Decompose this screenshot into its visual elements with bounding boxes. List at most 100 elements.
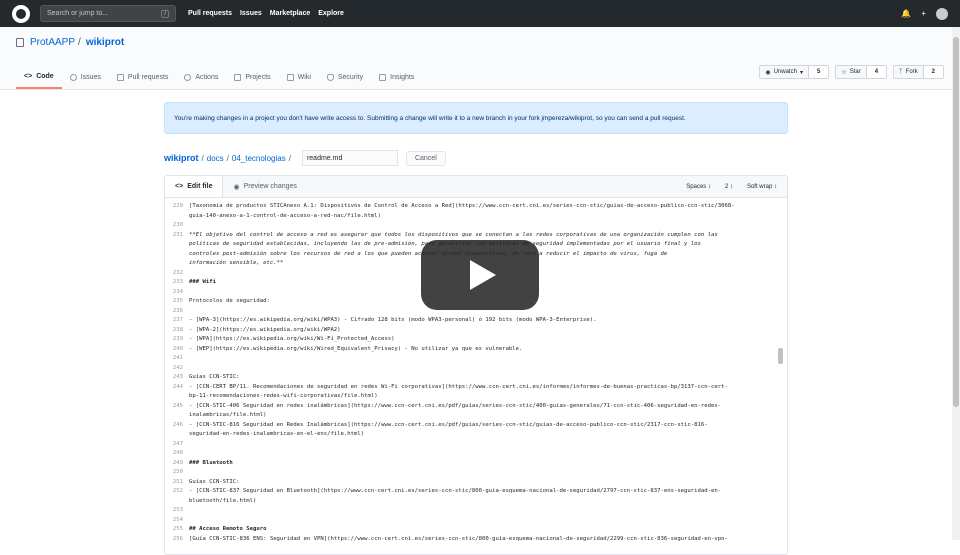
line-number: 239 <box>172 336 183 342</box>
code-line[interactable]: 230 <box>165 221 787 231</box>
line-text: - [WEP](https://es.wikipedia.org/wiki/Wi… <box>189 345 523 352</box>
tab-issues[interactable]: Issues <box>62 73 109 89</box>
editor-scrollbar[interactable] <box>778 206 783 551</box>
code-line[interactable]: 242 <box>165 364 787 374</box>
line-number: 229 <box>172 203 183 209</box>
code-line[interactable]: 245 - [CCN-STIC-406 Seguridad en redes in… <box>165 402 787 412</box>
code-line[interactable]: 252 - [CCN-STIC-837 Seguridad en Bluetoot… <box>165 487 787 497</box>
line-text: inalambricas/file.html) <box>189 412 267 418</box>
line-number <box>165 250 189 260</box>
code-line[interactable]: 254 <box>165 516 787 526</box>
editor-toolbar: <> Edit file ◉ Preview changes Spaces ↕ 2 … <box>165 176 787 198</box>
nav-issues[interactable]: Issues <box>240 10 262 17</box>
code-line[interactable]: 237 - [WPA-3](https://es.wikipedia.org/wi… <box>165 316 787 326</box>
code-line[interactable]: 246 - [CCN-STIC-816 Seguridad en Redes In… <box>165 421 787 431</box>
line-text: bluetooth/file.html) <box>189 497 257 504</box>
tab-wiki[interactable]: Wiki <box>279 73 319 89</box>
nav-marketplace[interactable]: Marketplace <box>270 10 310 17</box>
code-line[interactable]: 253 <box>165 506 787 516</box>
video-play-button[interactable] <box>421 240 539 310</box>
tab-code[interactable]: <> Code <box>16 73 62 89</box>
tab-label: Actions <box>195 74 219 81</box>
breadcrumb-docs[interactable]: docs <box>207 154 224 163</box>
tab-pull-requests[interactable]: Pull requests <box>109 73 176 89</box>
repo-actions: ◉ Unwatch ▾ 5 ☆ Star 4 ᛉ Fork 2 <box>759 65 944 79</box>
line-number: 244 <box>172 383 183 390</box>
line-number: 248 <box>172 450 183 456</box>
search-input[interactable]: Search or jump to... / <box>40 5 176 22</box>
fork-button[interactable]: ᛉ Fork 2 <box>893 65 944 79</box>
tab-label: Wiki <box>297 74 311 81</box>
code-line[interactable]: 247 <box>165 440 787 450</box>
stars-count[interactable]: 4 <box>866 66 887 78</box>
code-line[interactable]: 250 <box>165 468 787 478</box>
tab-security[interactable]: Security <box>319 73 371 89</box>
code-line[interactable]: 239 - [WPA](https://es.wikipedia.org/wiki… <box>165 335 787 345</box>
code-line[interactable]: 249 ### Bluetooth <box>165 459 787 469</box>
line-number: 251 <box>172 478 183 485</box>
page-scrollbar[interactable] <box>952 27 960 540</box>
tab-preview-changes[interactable]: ◉ Preview changes <box>223 176 306 197</box>
bell-icon[interactable]: 🔔 <box>901 9 911 18</box>
tab-edit-file[interactable]: <> Edit file <box>165 176 224 197</box>
tab-projects[interactable]: Projects <box>226 73 278 89</box>
code-line[interactable]: 231 **El objetivo del control de acceso a… <box>165 231 787 241</box>
watchers-count[interactable]: 5 <box>808 66 829 78</box>
repo-icon <box>16 38 24 47</box>
code-line[interactable]: 241 <box>165 354 787 364</box>
plus-icon[interactable]: + <box>921 9 926 18</box>
code-line[interactable]: 229 [Taxonomía de productos STICAnexo A.1… <box>165 202 787 212</box>
line-number: 253 <box>172 507 183 513</box>
line-number <box>165 430 189 440</box>
nav-explore[interactable]: Explore <box>318 10 344 17</box>
header-right: 🔔 + <box>901 7 948 20</box>
code-line[interactable]: inalambricas/file.html) <box>165 411 787 421</box>
code-line[interactable]: 256 [Guía CCN-STIC-836 ENS: Seguridad en … <box>165 535 787 545</box>
line-number: 256 <box>172 535 183 542</box>
code-line[interactable]: 255 ## Acceso Remoto Seguro <box>165 525 787 535</box>
forks-count[interactable]: 2 <box>923 66 943 78</box>
code-line[interactable]: 240 - [WEP](https://es.wikipedia.org/wiki… <box>165 345 787 355</box>
line-number: 238 <box>172 326 183 333</box>
tab-insights[interactable]: Insights <box>371 73 422 89</box>
tab-actions[interactable]: Actions <box>176 73 226 89</box>
line-number: 237 <box>172 317 183 323</box>
editor-scrollbar-thumb[interactable] <box>778 348 783 364</box>
code-line[interactable]: bluetooth/file.html) <box>165 497 787 507</box>
code-line[interactable]: 251 Guías CCN-STIC: <box>165 478 787 488</box>
editor-options: Spaces ↕ 2 ↕ Soft wrap ↕ <box>686 184 787 190</box>
line-text: - [CCN-STIC-837 Seguridad en Bluetooth](… <box>189 488 722 494</box>
code-line[interactable]: bp-11-recomendaciones-redes-wifi-corpora… <box>165 392 787 402</box>
tab-label: Security <box>337 74 364 81</box>
filename-input[interactable]: readme.md <box>301 150 398 166</box>
page-scrollbar-thumb[interactable] <box>953 37 959 407</box>
indent-mode-select[interactable]: Spaces ↕ <box>686 184 711 190</box>
line-number: 243 <box>172 374 183 380</box>
code-line[interactable]: 243 Guías CCN-STIC: <box>165 373 787 383</box>
indent-size-select[interactable]: 2 ↕ <box>725 184 733 190</box>
cancel-button[interactable]: Cancel <box>405 150 446 166</box>
eye-icon: ◉ <box>765 69 771 76</box>
code-line[interactable]: guia-140-anexo-a-1-control-de-acceso-a-r… <box>165 212 787 222</box>
star-button[interactable]: ☆ Star 4 <box>835 65 888 79</box>
code-line[interactable]: seguridad-en-redes-inalambricas-en-el-en… <box>165 430 787 440</box>
repo-name-link[interactable]: wikiprot <box>86 37 124 48</box>
breadcrumb-tecnologias[interactable]: 04_tecnologias <box>232 154 286 163</box>
code-line[interactable]: 244 - [CCN-CERT BP/11. Recomendaciones de… <box>165 383 787 393</box>
line-text: - [WPA-2](https://es.wikipedia.org/wiki/… <box>189 326 341 333</box>
line-number: 250 <box>172 469 183 475</box>
repo-header: ProtAAPP / wikiprot ◉ Unwatch ▾ 5 ☆ Star 4 … <box>0 27 960 90</box>
wrap-mode-select[interactable]: Soft wrap ↕ <box>747 184 777 190</box>
code-line[interactable]: 248 <box>165 449 787 459</box>
star-icon: ☆ <box>841 69 847 76</box>
breadcrumb-root[interactable]: wikiprot <box>164 153 199 163</box>
avatar[interactable] <box>936 7 948 20</box>
code-line[interactable]: 238 - [WPA-2](https://es.wikipedia.org/wi… <box>165 326 787 336</box>
nav-pull-requests[interactable]: Pull requests <box>188 10 232 17</box>
line-number: 254 <box>172 516 183 523</box>
line-text: **El objetivo del control de acceso a re… <box>189 231 718 238</box>
github-logo-icon[interactable] <box>12 4 30 23</box>
line-text: información sensible, etc.** <box>189 260 284 266</box>
unwatch-button[interactable]: ◉ Unwatch ▾ 5 <box>759 65 830 79</box>
repo-owner-link[interactable]: ProtAAPP <box>30 37 75 48</box>
